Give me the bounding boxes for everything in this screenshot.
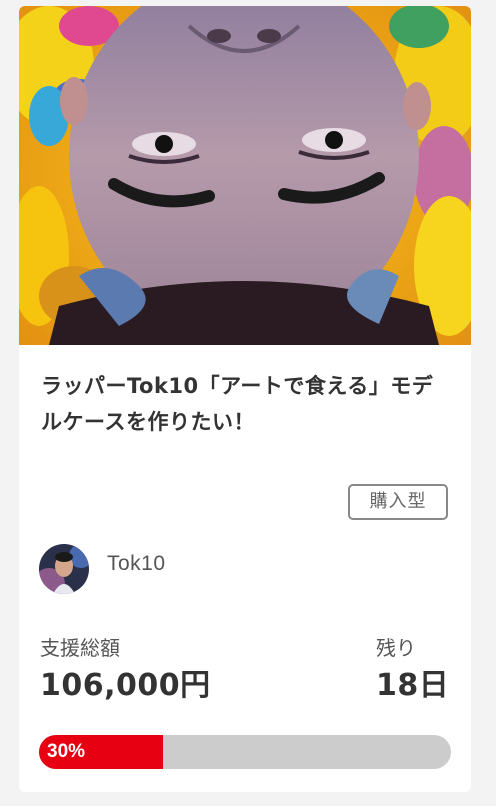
author-name[interactable]: Tok10 <box>107 552 166 576</box>
funding-progress-bar: 30% <box>39 735 451 769</box>
author-avatar[interactable] <box>39 544 89 594</box>
total-amount-value: 106,000円 <box>40 668 211 703</box>
project-type-badge: 購入型 <box>348 484 448 520</box>
funding-progress-percent: 30% <box>47 741 86 762</box>
project-title[interactable]: ラッパーTok10「アートで食える」モデルケースを作りたい！ <box>41 368 446 440</box>
project-thumbnail-image[interactable] <box>19 6 471 345</box>
project-card[interactable]: ラッパーTok10「アートで食える」モデルケースを作りたい！ 購入型 Tok10… <box>19 6 471 792</box>
remaining-days-label: 残り <box>376 636 416 660</box>
remaining-days-value: 18日 <box>376 668 450 703</box>
total-amount-label: 支援総額 <box>40 636 120 660</box>
author-info[interactable]: Tok10 <box>39 544 299 596</box>
